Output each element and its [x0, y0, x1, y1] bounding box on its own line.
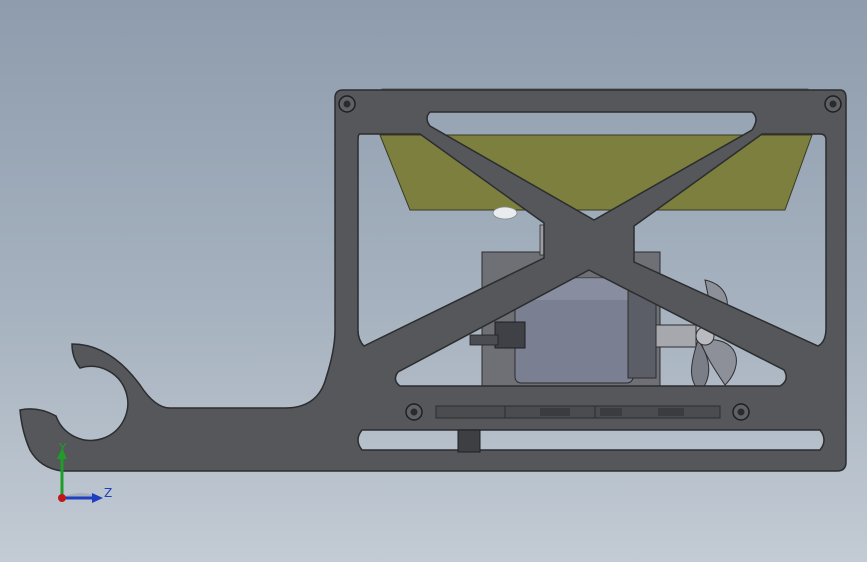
y-axis-label: Y	[58, 441, 67, 455]
screw-icon	[824, 95, 842, 113]
z-axis-label: Z	[104, 486, 112, 500]
screw-icon	[732, 403, 750, 421]
cad-viewport[interactable]: Y Z	[0, 0, 867, 562]
screw-icon	[338, 95, 356, 113]
screw-icon	[405, 403, 423, 421]
mount-post	[457, 429, 481, 453]
